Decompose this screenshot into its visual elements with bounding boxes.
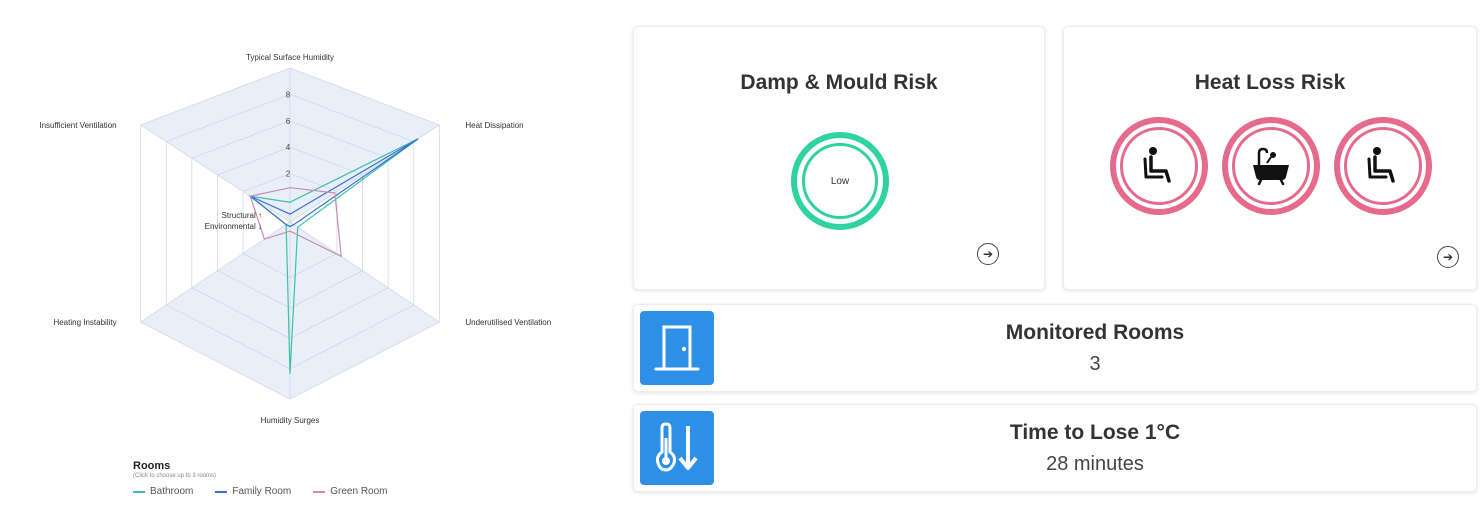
radar-chart: Typical Surface Humidity Heat Dissipation… [0, 0, 600, 508]
radar-axis-label: Heating Instability [53, 318, 116, 327]
door-icon [654, 325, 700, 371]
heat-risk-room-2[interactable] [1222, 117, 1320, 215]
damp-details-button[interactable]: ➔ [977, 243, 999, 265]
arrow-right-circle-icon: ➔ [982, 247, 994, 261]
radar-tick-label: 8 [286, 90, 291, 99]
heat-risk-room-1-inner [1120, 127, 1198, 205]
chart-legend: Rooms (Click to choose up to 3 rooms) Ba… [133, 460, 493, 497]
damp-mould-title: Damp & Mould Risk [740, 71, 938, 94]
damp-risk-level: Low [830, 175, 850, 187]
legend-title: Rooms [133, 460, 171, 472]
damp-risk-inner-ring: Low [802, 143, 878, 219]
time-to-lose-card: Time to Lose 1°C 28 minutes [633, 404, 1477, 492]
radar-center-label: Environmental ↓ [205, 222, 262, 231]
legend-swatch-green-room [313, 490, 326, 493]
radar-svg: Typical Surface Humidity Heat Dissipation… [39, 53, 551, 425]
monitored-rooms-icon-box [640, 311, 714, 385]
time-to-lose-icon-box [640, 411, 714, 485]
heat-loss-title: Heat Loss Risk [1194, 71, 1346, 94]
radar-axis-label: Underutilised Ventilation [465, 318, 551, 327]
thermometer-down-icon [656, 422, 698, 472]
heat-loss-card: Heat Loss Risk ➔ [1063, 26, 1477, 290]
legend-label-green-room: Green Room [330, 486, 388, 497]
radar-axis-label: Typical Surface Humidity [246, 53, 334, 62]
legend-label-bathroom: Bathroom [150, 486, 194, 497]
legend-swatch-family-room [215, 490, 228, 493]
damp-mould-card: Damp & Mould Risk Low ➔ [633, 26, 1045, 290]
monitored-rooms-title: Monitored Rooms [1005, 321, 1185, 344]
heat-risk-room-2-inner [1232, 127, 1310, 205]
heat-risk-room-3-inner [1344, 127, 1422, 205]
radar-center-label: Structural ↑ [222, 211, 262, 220]
legend-label-family-room: Family Room [232, 486, 292, 497]
armchair-icon [1143, 147, 1171, 183]
time-to-lose-value: 28 minutes [1046, 453, 1144, 475]
legend-subtitle: (Click to choose up to 3 rooms) [133, 473, 217, 479]
radar-axis-label: Insufficient Ventilation [39, 121, 116, 130]
bathtub-icon [1253, 147, 1289, 186]
heat-details-button[interactable]: ➔ [1437, 246, 1459, 268]
radar-tick-label: 2 [286, 170, 291, 179]
radar-axis-label: Heat Dissipation [465, 121, 523, 130]
armchair-icon [1367, 147, 1395, 183]
radar-axis-label: Humidity Surges [261, 416, 320, 425]
legend-item-family-room[interactable]: Family Room [215, 486, 291, 497]
radar-tick-label: 4 [286, 143, 291, 152]
legend-item-bathroom[interactable]: Bathroom [133, 486, 193, 497]
radar-tick-label: 6 [286, 117, 291, 126]
legend-swatch-bathroom [133, 490, 145, 493]
legend-item-green-room[interactable]: Green Room [313, 486, 388, 497]
monitored-rooms-value: 3 [1089, 353, 1101, 375]
arrow-right-circle-icon: ➔ [1442, 250, 1454, 264]
damp-risk-indicator: Low [791, 132, 889, 230]
time-to-lose-title: Time to Lose 1°C [1009, 421, 1181, 444]
heat-risk-room-1[interactable] [1110, 117, 1208, 215]
heat-risk-room-3[interactable] [1334, 117, 1432, 215]
monitored-rooms-card: Monitored Rooms 3 [633, 304, 1477, 392]
